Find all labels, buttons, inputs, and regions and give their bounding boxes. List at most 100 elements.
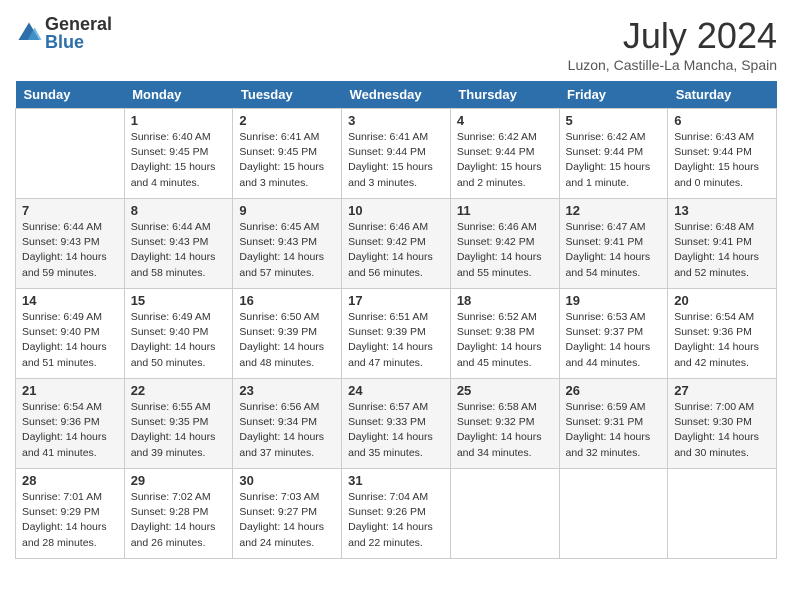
calendar-day-6: 6 Sunrise: 6:43 AMSunset: 9:44 PMDaylight… — [668, 109, 777, 199]
calendar-week-2: 7 Sunrise: 6:44 AMSunset: 9:43 PMDaylight… — [16, 199, 777, 289]
day-detail: Sunrise: 6:59 AMSunset: 9:31 PMDaylight:… — [566, 400, 662, 461]
calendar-day-4: 4 Sunrise: 6:42 AMSunset: 9:44 PMDaylight… — [450, 109, 559, 199]
day-detail: Sunrise: 7:01 AMSunset: 9:29 PMDaylight:… — [22, 490, 118, 551]
day-number: 12 — [566, 203, 662, 218]
day-detail: Sunrise: 6:56 AMSunset: 9:34 PMDaylight:… — [239, 400, 335, 461]
calendar-day-30: 30 Sunrise: 7:03 AMSunset: 9:27 PMDayligh… — [233, 469, 342, 559]
calendar-week-5: 28 Sunrise: 7:01 AMSunset: 9:29 PMDayligh… — [16, 469, 777, 559]
calendar-day-15: 15Sunrise: 6:49 AMSunset: 9:40 PMDayligh… — [124, 289, 233, 379]
day-number: 23 — [239, 383, 335, 398]
day-detail: Sunrise: 6:42 AMSunset: 9:44 PMDaylight:… — [457, 130, 553, 191]
logo-general: General — [45, 15, 112, 33]
day-detail: Sunrise: 7:02 AMSunset: 9:28 PMDaylight:… — [131, 490, 227, 551]
day-detail: Sunrise: 6:57 AMSunset: 9:33 PMDaylight:… — [348, 400, 444, 461]
day-detail: Sunrise: 6:46 AMSunset: 9:42 PMDaylight:… — [457, 220, 553, 281]
day-number: 17 — [348, 293, 444, 308]
calendar-week-4: 21 Sunrise: 6:54 AMSunset: 9:36 PMDayligh… — [16, 379, 777, 469]
calendar-header-sunday: Sunday — [16, 81, 125, 109]
day-number: 18 — [457, 293, 553, 308]
day-detail: Sunrise: 6:44 AMSunset: 9:43 PMDaylight:… — [22, 220, 118, 281]
calendar-day-26: 26 Sunrise: 6:59 AMSunset: 9:31 PMDayligh… — [559, 379, 668, 469]
calendar-day-10: 10Sunrise: 6:46 AMSunset: 9:42 PMDayligh… — [342, 199, 451, 289]
day-number: 7 — [22, 203, 118, 218]
calendar-day-24: 24 Sunrise: 6:57 AMSunset: 9:33 PMDayligh… — [342, 379, 451, 469]
day-detail: Sunrise: 7:03 AMSunset: 9:27 PMDaylight:… — [239, 490, 335, 551]
day-number: 3 — [348, 113, 444, 128]
day-number: 4 — [457, 113, 553, 128]
day-detail: Sunrise: 6:53 AMSunset: 9:37 PMDaylight:… — [566, 310, 662, 371]
calendar-header-friday: Friday — [559, 81, 668, 109]
calendar-week-3: 14 Sunrise: 6:49 AMSunset: 9:40 PMDayligh… — [16, 289, 777, 379]
calendar-table: SundayMondayTuesdayWednesdayThursdayFrid… — [15, 81, 777, 559]
calendar-day-1: 1 Sunrise: 6:40 AMSunset: 9:45 PMDaylight… — [124, 109, 233, 199]
calendar-day-16: 16 Sunrise: 6:50 AMSunset: 9:39 PMDayligh… — [233, 289, 342, 379]
day-detail: Sunrise: 6:41 AMSunset: 9:44 PMDaylight:… — [348, 130, 444, 191]
calendar-day-13: 13Sunrise: 6:48 AMSunset: 9:41 PMDayligh… — [668, 199, 777, 289]
logo-icon — [15, 19, 43, 47]
day-number: 26 — [566, 383, 662, 398]
day-detail: Sunrise: 6:58 AMSunset: 9:32 PMDaylight:… — [457, 400, 553, 461]
calendar-day-28: 28 Sunrise: 7:01 AMSunset: 9:29 PMDayligh… — [16, 469, 125, 559]
day-number: 24 — [348, 383, 444, 398]
day-detail: Sunrise: 6:54 AMSunset: 9:36 PMDaylight:… — [674, 310, 770, 371]
logo: General Blue — [15, 15, 112, 51]
title-area: July 2024 Luzon, Castille-La Mancha, Spa… — [568, 15, 777, 73]
day-number: 11 — [457, 203, 553, 218]
calendar-day-18: 18 Sunrise: 6:52 AMSunset: 9:38 PMDayligh… — [450, 289, 559, 379]
calendar-day-11: 11 Sunrise: 6:46 AMSunset: 9:42 PMDayligh… — [450, 199, 559, 289]
day-number: 1 — [131, 113, 227, 128]
day-number: 6 — [674, 113, 770, 128]
calendar-day-29: 29Sunrise: 7:02 AMSunset: 9:28 PMDayligh… — [124, 469, 233, 559]
day-detail: Sunrise: 6:50 AMSunset: 9:39 PMDaylight:… — [239, 310, 335, 371]
day-number: 28 — [22, 473, 118, 488]
day-number: 31 — [348, 473, 444, 488]
location-subtitle: Luzon, Castille-La Mancha, Spain — [568, 57, 777, 73]
day-detail: Sunrise: 6:47 AMSunset: 9:41 PMDaylight:… — [566, 220, 662, 281]
day-detail: Sunrise: 6:45 AMSunset: 9:43 PMDaylight:… — [239, 220, 335, 281]
day-number: 30 — [239, 473, 335, 488]
day-number: 14 — [22, 293, 118, 308]
day-detail: Sunrise: 6:41 AMSunset: 9:45 PMDaylight:… — [239, 130, 335, 191]
calendar-day-27: 27Sunrise: 7:00 AMSunset: 9:30 PMDayligh… — [668, 379, 777, 469]
calendar-empty-cell — [559, 469, 668, 559]
page-header: General Blue July 2024 Luzon, Castille-L… — [15, 15, 777, 73]
day-number: 10 — [348, 203, 444, 218]
day-detail: Sunrise: 6:51 AMSunset: 9:39 PMDaylight:… — [348, 310, 444, 371]
calendar-header-thursday: Thursday — [450, 81, 559, 109]
day-number: 25 — [457, 383, 553, 398]
month-title: July 2024 — [568, 15, 777, 57]
calendar-day-17: 17 Sunrise: 6:51 AMSunset: 9:39 PMDayligh… — [342, 289, 451, 379]
day-number: 5 — [566, 113, 662, 128]
day-number: 19 — [566, 293, 662, 308]
day-number: 21 — [22, 383, 118, 398]
day-number: 9 — [239, 203, 335, 218]
day-detail: Sunrise: 6:49 AMSunset: 9:40 PMDaylight:… — [22, 310, 118, 371]
day-detail: Sunrise: 7:00 AMSunset: 9:30 PMDaylight:… — [674, 400, 770, 461]
calendar-header-wednesday: Wednesday — [342, 81, 451, 109]
calendar-header-row: SundayMondayTuesdayWednesdayThursdayFrid… — [16, 81, 777, 109]
calendar-day-19: 19 Sunrise: 6:53 AMSunset: 9:37 PMDayligh… — [559, 289, 668, 379]
calendar-header-saturday: Saturday — [668, 81, 777, 109]
calendar-day-23: 23 Sunrise: 6:56 AMSunset: 9:34 PMDayligh… — [233, 379, 342, 469]
calendar-day-25: 25 Sunrise: 6:58 AMSunset: 9:32 PMDayligh… — [450, 379, 559, 469]
calendar-day-5: 5Sunrise: 6:42 AMSunset: 9:44 PMDaylight… — [559, 109, 668, 199]
day-detail: Sunrise: 6:52 AMSunset: 9:38 PMDaylight:… — [457, 310, 553, 371]
calendar-day-20: 20 Sunrise: 6:54 AMSunset: 9:36 PMDayligh… — [668, 289, 777, 379]
day-number: 16 — [239, 293, 335, 308]
calendar-day-12: 12 Sunrise: 6:47 AMSunset: 9:41 PMDayligh… — [559, 199, 668, 289]
calendar-empty-cell — [16, 109, 125, 199]
calendar-day-9: 9 Sunrise: 6:45 AMSunset: 9:43 PMDaylight… — [233, 199, 342, 289]
day-detail: Sunrise: 6:40 AMSunset: 9:45 PMDaylight:… — [131, 130, 227, 191]
logo-text: General Blue — [45, 15, 112, 51]
day-number: 20 — [674, 293, 770, 308]
day-number: 8 — [131, 203, 227, 218]
day-number: 15 — [131, 293, 227, 308]
calendar-day-31: 31Sunrise: 7:04 AMSunset: 9:26 PMDayligh… — [342, 469, 451, 559]
logo-blue: Blue — [45, 33, 112, 51]
day-detail: Sunrise: 6:54 AMSunset: 9:36 PMDaylight:… — [22, 400, 118, 461]
day-number: 2 — [239, 113, 335, 128]
day-detail: Sunrise: 6:43 AMSunset: 9:44 PMDaylight:… — [674, 130, 770, 191]
calendar-header-monday: Monday — [124, 81, 233, 109]
day-detail: Sunrise: 6:44 AMSunset: 9:43 PMDaylight:… — [131, 220, 227, 281]
calendar-day-7: 7 Sunrise: 6:44 AMSunset: 9:43 PMDaylight… — [16, 199, 125, 289]
